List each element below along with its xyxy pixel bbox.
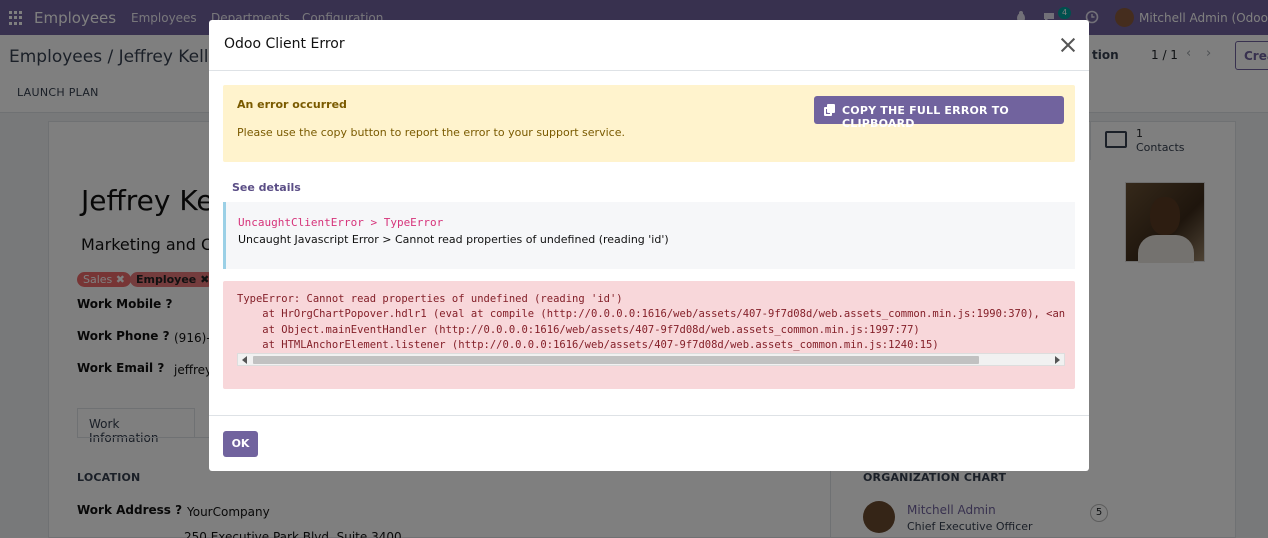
clipboard-icon xyxy=(824,104,835,116)
copy-error-button[interactable]: COPY THE FULL ERROR TO CLIPBOARD xyxy=(814,96,1064,130)
scroll-left-arrow-icon[interactable] xyxy=(242,356,247,364)
see-details-toggle[interactable]: See details xyxy=(232,181,301,194)
traceback-text[interactable]: TypeError: Cannot read properties of und… xyxy=(237,292,1065,354)
error-alert: An error occurred Please use the copy bu… xyxy=(223,85,1075,162)
traceback-panel: TypeError: Cannot read properties of und… xyxy=(223,281,1075,389)
dialog-footer: OK xyxy=(209,415,1089,471)
close-icon[interactable] xyxy=(1059,36,1077,54)
alert-message: Please use the copy button to report the… xyxy=(237,126,625,139)
ok-button[interactable]: OK xyxy=(223,431,258,457)
error-summary: UncaughtClientError > TypeError Uncaught… xyxy=(223,202,1075,269)
error-type: UncaughtClientError > TypeError xyxy=(238,216,444,229)
alert-title: An error occurred xyxy=(237,98,347,111)
scrollbar-thumb[interactable] xyxy=(253,356,979,364)
copy-error-label: COPY THE FULL ERROR TO CLIPBOARD xyxy=(842,104,1009,130)
error-text: Uncaught Javascript Error > Cannot read … xyxy=(238,233,669,246)
scroll-right-arrow-icon[interactable] xyxy=(1055,356,1060,364)
dialog-header: Odoo Client Error xyxy=(209,20,1089,71)
dialog-title: Odoo Client Error xyxy=(224,36,345,52)
client-error-dialog: Odoo Client Error An error occurred Plea… xyxy=(209,20,1089,471)
traceback-scrollbar[interactable] xyxy=(237,353,1065,366)
